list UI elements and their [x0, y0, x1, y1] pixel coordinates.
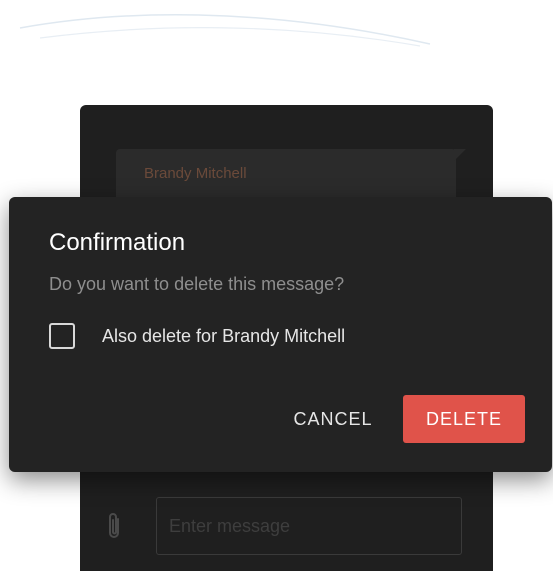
message-composer [80, 485, 493, 571]
confirmation-dialog: Confirmation Do you want to delete this … [9, 197, 552, 472]
checkbox-unchecked-icon[interactable] [49, 323, 75, 349]
also-delete-checkbox-row[interactable]: Also delete for Brandy Mitchell [49, 321, 345, 351]
message-bubble[interactable]: Brandy Mitchell [116, 149, 466, 203]
decorative-wave [19, 14, 431, 47]
also-delete-checkbox-label[interactable]: Also delete for Brandy Mitchell [102, 326, 345, 347]
paperclip-icon[interactable] [104, 511, 124, 543]
dialog-message: Do you want to delete this message? [49, 274, 345, 294]
dialog-title: Confirmation [49, 229, 186, 256]
delete-button[interactable]: DELETE [403, 395, 525, 443]
cancel-button[interactable]: CANCEL [281, 395, 385, 443]
message-author: Brandy Mitchell [144, 165, 247, 182]
page: Brandy Mitchell Confirmation Do you want… [0, 0, 553, 571]
message-input[interactable] [156, 497, 462, 555]
